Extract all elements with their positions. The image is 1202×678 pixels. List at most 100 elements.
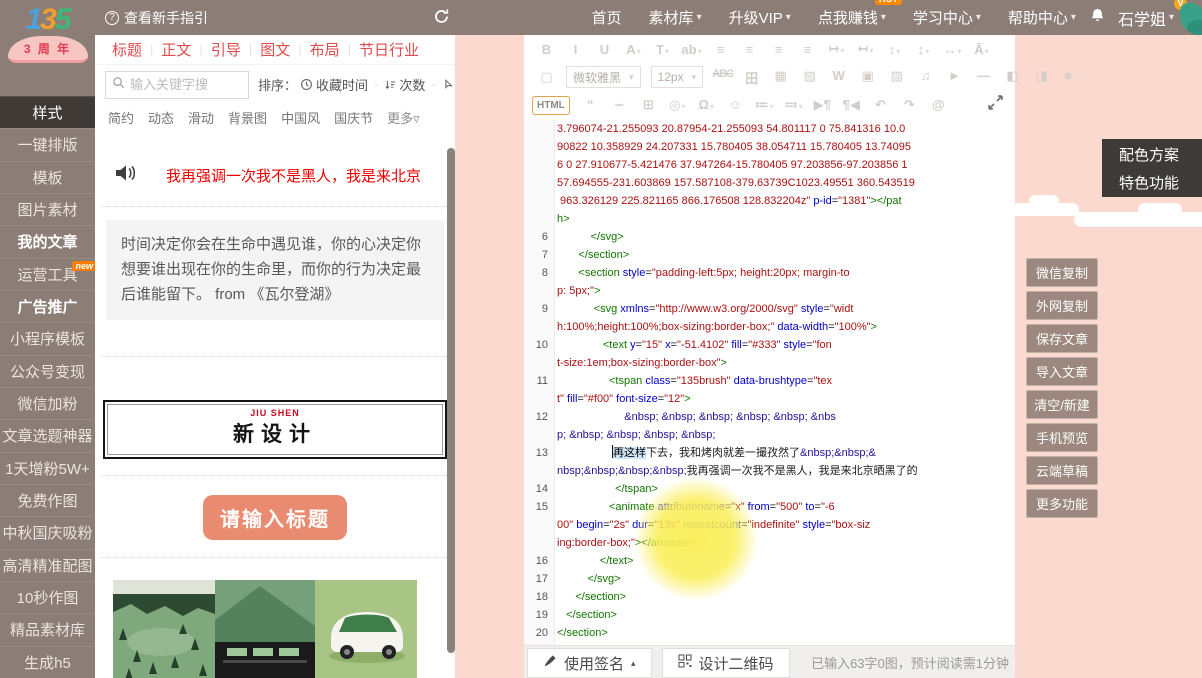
- unordered-list-icon[interactable]: ≕: [779, 97, 808, 113]
- sidebar-item-微信加粉[interactable]: 微信加粉: [0, 387, 95, 419]
- code-line[interactable]: 7 </section>: [524, 246, 1015, 264]
- font-color-icon[interactable]: A: [619, 42, 648, 57]
- style-card-design-title[interactable]: JIU SHEN 新设计: [103, 400, 447, 459]
- code-line[interactable]: 17 </svg>: [524, 570, 1015, 588]
- tab-节日行业[interactable]: 节日行业: [359, 39, 419, 60]
- sort-by-count[interactable]: 次数: [384, 75, 425, 94]
- table-style-icon[interactable]: ▦: [766, 68, 795, 87]
- menu-item-升级VIP[interactable]: 升级VIP▾: [729, 7, 791, 28]
- filter-简约[interactable]: 简约: [108, 108, 134, 127]
- code-line[interactable]: nbsp;&nbsp;&nbsp;&nbsp;我再强调一次我不是黑人，我是来北京…: [524, 462, 1015, 480]
- sidebar-item-样式[interactable]: 样式: [0, 96, 95, 128]
- text-case-icon[interactable]: Ā: [967, 42, 996, 57]
- sidebar-item-高清精准配图[interactable]: 高清精准配图: [0, 549, 95, 581]
- code-line[interactable]: 57.694555-231.603869 157.587108-379.6373…: [524, 174, 1015, 192]
- special-char-icon[interactable]: Ω: [692, 97, 721, 113]
- underline-icon[interactable]: U: [590, 42, 619, 57]
- refresh-icon[interactable]: [433, 8, 450, 30]
- search-input[interactable]: [130, 77, 242, 92]
- code-line[interactable]: t" fill="#f00" font-size="12">: [524, 390, 1015, 408]
- code-line[interactable]: 19 </section>: [524, 606, 1015, 624]
- sidebar-item-我的文章[interactable]: 我的文章: [0, 225, 95, 257]
- code-line[interactable]: 9 <svg xmlns="http://www.w3.org/2000/svg…: [524, 300, 1015, 318]
- code-line[interactable]: 3.796074-21.255093 20.87954-21.255093 54…: [524, 120, 1015, 138]
- paragraph-ltr-icon[interactable]: ▶¶: [808, 97, 837, 113]
- code-line[interactable]: t-size:1em;box-sizing:border-box">: [524, 354, 1015, 372]
- action-button-微信复制[interactable]: 微信复制: [1026, 258, 1098, 287]
- code-line[interactable]: 90822 10.358929 24.207331 15.780405 38.0…: [524, 138, 1015, 156]
- code-line[interactable]: 20</section>: [524, 624, 1015, 642]
- letter-spacing-icon[interactable]: ↔: [938, 42, 967, 57]
- ordered-list-icon[interactable]: ≔: [750, 97, 779, 113]
- code-line[interactable]: ing:border-box;"></animate>: [524, 534, 1015, 552]
- action-button-保存文章[interactable]: 保存文章: [1026, 324, 1098, 353]
- filter-滑动[interactable]: 滑动: [188, 108, 214, 127]
- sidebar-item-文章选题神器[interactable]: 文章选题神器: [0, 419, 95, 451]
- code-line[interactable]: 6 </svg>: [524, 228, 1015, 246]
- sort-by-recent[interactable]: 最近: [442, 75, 455, 94]
- insert-link-icon[interactable]: ∽: [605, 97, 634, 113]
- italic-icon[interactable]: I: [561, 42, 590, 57]
- filter-more-dropdown[interactable]: 更多▿: [387, 108, 420, 127]
- align-justify-icon[interactable]: ≡: [793, 42, 822, 57]
- code-line[interactable]: 16 </text>: [524, 552, 1015, 570]
- sidebar-item-一键排版[interactable]: 一键排版: [0, 128, 95, 160]
- code-line[interactable]: 18 </section>: [524, 588, 1015, 606]
- font-size-select[interactable]: 12px▾: [651, 66, 704, 88]
- tab-正文[interactable]: 正文: [161, 39, 191, 60]
- font-family-select[interactable]: 微软雅黑▾: [566, 66, 641, 88]
- action-button-更多功能[interactable]: 更多功能: [1026, 489, 1098, 518]
- import-qq-icon[interactable]: ▧: [795, 68, 824, 87]
- tab-引导[interactable]: 引导: [211, 39, 241, 60]
- bold-icon[interactable]: B: [532, 42, 561, 57]
- import-word-icon[interactable]: W: [824, 68, 853, 87]
- style-card-audio[interactable]: 我再强调一次我不是黑人，我是来北京: [95, 144, 455, 206]
- sidebar-item-模板[interactable]: 模板: [0, 161, 95, 193]
- search-box[interactable]: [105, 71, 249, 99]
- sidebar-item-免费作图[interactable]: 免费作图: [0, 484, 95, 516]
- code-line[interactable]: 11 <tspan class="135brush" data-brushtyp…: [524, 372, 1015, 390]
- menu-item-点我赚钱[interactable]: 点我赚钱▾HOT: [818, 7, 886, 28]
- code-line[interactable]: h:100%;height:100%;box-sizing:border-box…: [524, 318, 1015, 336]
- image-gallery-icon[interactable]: ▨: [882, 68, 911, 87]
- fullscreen-icon[interactable]: [988, 95, 1007, 115]
- van-thumbnail[interactable]: [315, 580, 417, 678]
- filter-背景图[interactable]: 背景图: [228, 108, 267, 127]
- new-document-icon[interactable]: ▢: [532, 69, 561, 85]
- strikethrough-icon[interactable]: ABC: [708, 68, 737, 87]
- sidebar-item-10秒作图[interactable]: 10秒作图: [0, 581, 95, 613]
- sidebar-item-图片素材[interactable]: 图片素材: [0, 193, 95, 225]
- tab-标题[interactable]: 标题: [112, 39, 142, 60]
- sidebar-item-公众号变现[interactable]: 公众号变现: [0, 355, 95, 387]
- action-button-清空/新建[interactable]: 清空/新建: [1026, 390, 1098, 419]
- title-button[interactable]: 请输入标题: [203, 495, 347, 540]
- insert-video-icon[interactable]: ►: [940, 68, 969, 87]
- code-line[interactable]: 6 0 27.910677-5.421476 37.947264-15.7804…: [524, 156, 1015, 174]
- use-signature-button[interactable]: 使用签名 ▴: [527, 648, 652, 678]
- menu-item-学习中心[interactable]: 学习中心▾: [913, 7, 981, 28]
- train-thumbnail[interactable]: [215, 580, 315, 678]
- action-button-云端草稿[interactable]: 云端草稿: [1026, 456, 1098, 485]
- brand-logo[interactable]: 135 3 周 年: [0, 0, 95, 96]
- forest-thumbnail[interactable]: [113, 580, 215, 678]
- insert-form-icon[interactable]: ◎: [663, 97, 692, 113]
- code-line[interactable]: 14 </tspan>: [524, 480, 1015, 498]
- sort-by-favorite-time[interactable]: 收藏时间: [300, 75, 368, 94]
- menu-item-首页[interactable]: 首页: [592, 7, 622, 28]
- emoji-icon[interactable]: ☺: [721, 97, 750, 113]
- filter-中国风[interactable]: 中国风: [281, 108, 320, 127]
- align-right-icon[interactable]: ≡: [764, 42, 793, 57]
- style-panel-scrollbar[interactable]: [447, 148, 455, 653]
- align-center-icon[interactable]: ≡: [735, 42, 764, 57]
- notifications-bell-icon[interactable]: [1090, 7, 1105, 28]
- action-button-外网复制[interactable]: 外网复制: [1026, 291, 1098, 320]
- code-line[interactable]: 15 <animate attributename="x" from="500"…: [524, 498, 1015, 516]
- action-button-手机预览[interactable]: 手机预览: [1026, 423, 1098, 452]
- sidebar-item-1天增粉5W+[interactable]: 1天增粉5W+: [0, 452, 95, 484]
- highlight-icon[interactable]: ab: [677, 42, 706, 57]
- code-line[interactable]: 10 <text y="15" x="-51.4102" fill="#333"…: [524, 336, 1015, 354]
- text-box-icon[interactable]: ⊞: [634, 97, 663, 113]
- insert-audio-icon[interactable]: ♫: [911, 68, 940, 87]
- menu-item-素材库[interactable]: 素材库▾: [649, 7, 702, 28]
- code-line[interactable]: h>: [524, 210, 1015, 228]
